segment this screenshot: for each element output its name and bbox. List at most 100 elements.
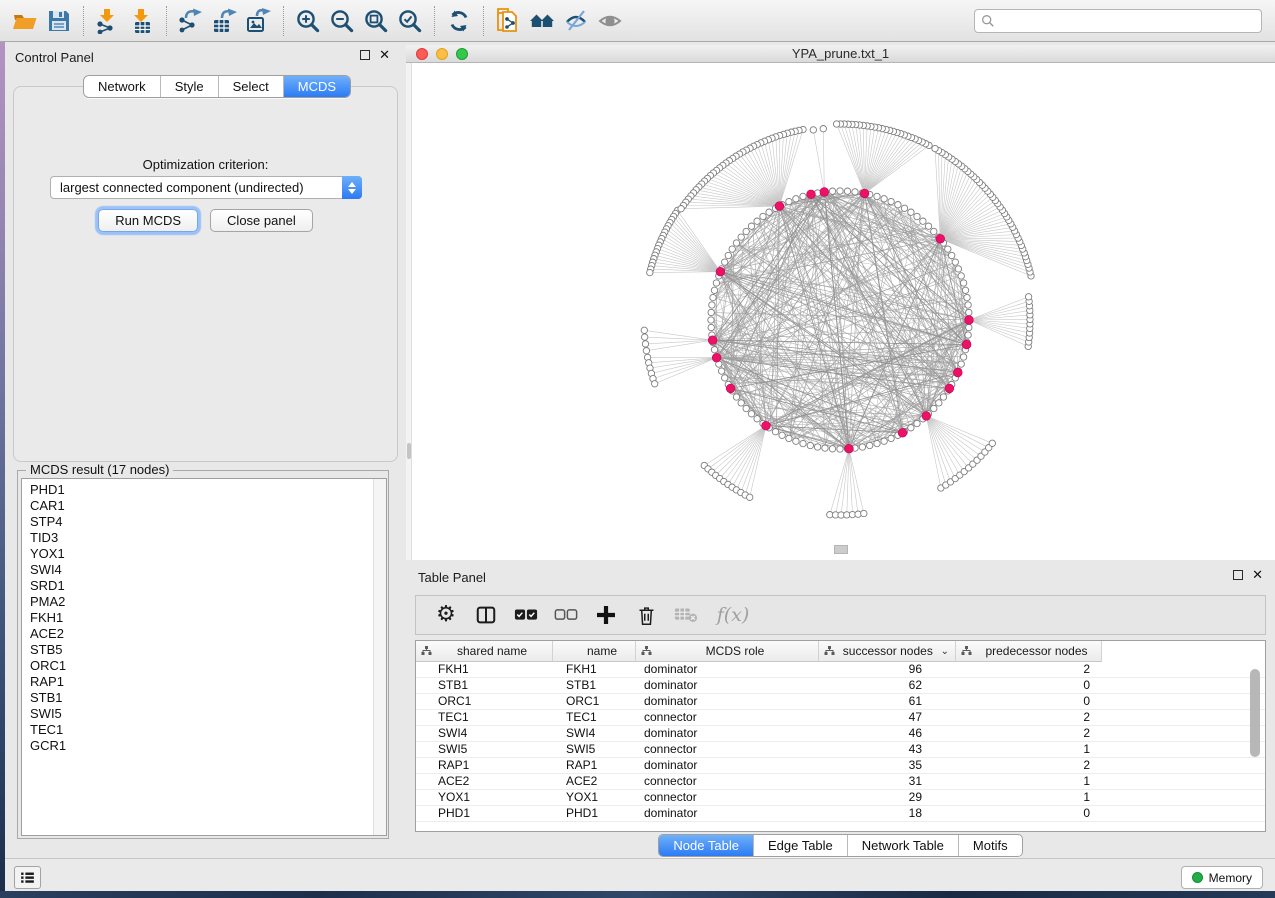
tab-network[interactable]: Network bbox=[84, 76, 160, 97]
mcds-result-item[interactable]: ORC1 bbox=[30, 658, 386, 674]
table-row[interactable]: ACE2ACE2connector311 bbox=[416, 774, 1265, 790]
column-header-MCDS-role[interactable]: MCDS role bbox=[636, 641, 819, 662]
table-scrollbar-thumb[interactable] bbox=[1250, 669, 1260, 757]
mcds-result-item[interactable]: GCR1 bbox=[30, 738, 386, 754]
run-mcds-button[interactable]: Run MCDS bbox=[98, 209, 198, 232]
table-row[interactable]: ORC1ORC1dominator610 bbox=[416, 694, 1265, 710]
close-window-icon[interactable] bbox=[416, 48, 428, 60]
task-history-button[interactable] bbox=[14, 866, 41, 889]
mcds-result-item[interactable]: CAR1 bbox=[30, 498, 386, 514]
hide-details-button[interactable] bbox=[559, 4, 593, 38]
mcds-result-item[interactable]: STB1 bbox=[30, 690, 386, 706]
tab-motifs[interactable]: Motifs bbox=[958, 835, 1022, 856]
table-cell: FKH1 bbox=[553, 662, 636, 677]
column-header-successor-nodes[interactable]: successor nodes⌄ bbox=[819, 641, 956, 662]
function-builder-button[interactable]: f(x) bbox=[714, 603, 752, 627]
mcds-result-item[interactable]: TEC1 bbox=[30, 722, 386, 738]
mcds-result-item[interactable]: PHD1 bbox=[30, 482, 386, 498]
mcds-result-item[interactable]: SWI4 bbox=[30, 562, 386, 578]
mcds-result-item[interactable]: FKH1 bbox=[30, 610, 386, 626]
column-header-predecessor-nodes[interactable]: predecessor nodes bbox=[956, 641, 1102, 662]
criterion-select[interactable]: largest connected component (undirected) bbox=[50, 176, 362, 199]
table-row[interactable]: SWI5SWI5connector431 bbox=[416, 742, 1265, 758]
column-header-shared-name[interactable]: shared name bbox=[416, 641, 553, 662]
float-table-panel-icon[interactable] bbox=[1233, 570, 1243, 580]
select-all-button[interactable] bbox=[514, 603, 538, 627]
save-session-button[interactable] bbox=[42, 4, 76, 38]
memory-button[interactable]: Memory bbox=[1181, 866, 1263, 889]
network-vscrollbar[interactable] bbox=[406, 63, 412, 560]
tab-select[interactable]: Select bbox=[218, 76, 283, 97]
network-window-titlebar[interactable]: YPA_prune.txt_1 bbox=[406, 45, 1275, 63]
table-row[interactable]: SWI4SWI4dominator462 bbox=[416, 726, 1265, 742]
export-image-button[interactable] bbox=[242, 4, 276, 38]
settings-gear-button[interactable]: ⚙ bbox=[434, 603, 458, 627]
mcds-result-item[interactable]: ACE2 bbox=[30, 626, 386, 642]
zoom-fit-button[interactable] bbox=[359, 4, 393, 38]
zoom-in-button[interactable] bbox=[291, 4, 325, 38]
tab-mcds[interactable]: MCDS bbox=[283, 76, 350, 97]
mcds-result-item[interactable]: STP4 bbox=[30, 514, 386, 530]
mcds-result-item[interactable]: SWI5 bbox=[30, 706, 386, 722]
column-header-name[interactable]: name bbox=[553, 641, 636, 662]
table-row[interactable]: STB1STB1dominator620 bbox=[416, 678, 1265, 694]
table-cell: 46 bbox=[819, 726, 956, 741]
tab-node-table[interactable]: Node Table bbox=[659, 835, 753, 856]
table-cell: 61 bbox=[819, 694, 956, 709]
table-row[interactable]: YOX1YOX1connector291 bbox=[416, 790, 1265, 806]
add-column-button[interactable] bbox=[594, 603, 618, 627]
import-network-button[interactable] bbox=[91, 4, 125, 38]
tab-network-table[interactable]: Network Table bbox=[847, 835, 958, 856]
table-panel-tabs: Node TableEdge TableNetwork TableMotifs bbox=[658, 834, 1022, 857]
show-eye-button[interactable] bbox=[593, 4, 627, 38]
plus-icon bbox=[595, 604, 617, 626]
list-icon bbox=[19, 869, 36, 886]
mcds-list-scrollbar[interactable] bbox=[373, 479, 386, 835]
mcds-result-group: MCDS result (17 nodes) PHD1CAR1STP4TID3Y… bbox=[17, 470, 389, 839]
zoom-out-button[interactable] bbox=[325, 4, 359, 38]
delete-table-button[interactable] bbox=[674, 603, 698, 627]
mcds-result-item[interactable]: SRD1 bbox=[30, 578, 386, 594]
mcds-result-item[interactable]: YOX1 bbox=[30, 546, 386, 562]
close-panel-icon[interactable]: ✕ bbox=[379, 50, 390, 60]
import-table-button[interactable] bbox=[125, 4, 159, 38]
memory-label: Memory bbox=[1209, 871, 1252, 885]
refresh-button[interactable] bbox=[442, 4, 476, 38]
control-panel: Control Panel ✕ Optimization criterion: … bbox=[5, 45, 400, 858]
export-network-button[interactable] bbox=[174, 4, 208, 38]
open-session-button[interactable] bbox=[8, 4, 42, 38]
mcds-result-item[interactable]: STB5 bbox=[30, 642, 386, 658]
tab-edge-table[interactable]: Edge Table bbox=[753, 835, 847, 856]
mcds-result-item[interactable]: TID3 bbox=[30, 530, 386, 546]
close-table-panel-icon[interactable]: ✕ bbox=[1252, 570, 1263, 580]
network-graph[interactable] bbox=[406, 63, 1275, 560]
delete-column-button[interactable] bbox=[634, 603, 658, 627]
network-document-icon bbox=[495, 8, 521, 34]
network-hscrollbar-thumb[interactable] bbox=[834, 545, 848, 554]
network-document-button[interactable] bbox=[491, 4, 525, 38]
close-panel-button[interactable]: Close panel bbox=[210, 209, 313, 232]
maximize-window-icon[interactable] bbox=[456, 48, 468, 60]
table-row[interactable]: FKH1FKH1dominator962 bbox=[416, 662, 1265, 678]
select-stepper-icon bbox=[342, 176, 362, 199]
table-row[interactable]: RAP1RAP1dominator352 bbox=[416, 758, 1265, 774]
toolbar-separator bbox=[83, 6, 84, 36]
network-canvas[interactable] bbox=[406, 63, 1275, 560]
zoom-fit-icon bbox=[363, 8, 389, 34]
table-cell: dominator bbox=[636, 726, 819, 741]
mcds-result-item[interactable]: RAP1 bbox=[30, 674, 386, 690]
table-cell: dominator bbox=[636, 678, 819, 693]
table-row[interactable]: PHD1PHD1dominator180 bbox=[416, 806, 1265, 822]
tab-style[interactable]: Style bbox=[160, 76, 218, 97]
zoom-selected-button[interactable] bbox=[393, 4, 427, 38]
table-row[interactable]: TEC1TEC1connector472 bbox=[416, 710, 1265, 726]
toolbar-separator bbox=[483, 6, 484, 36]
float-panel-icon[interactable] bbox=[360, 50, 370, 60]
split-view-button[interactable] bbox=[474, 603, 498, 627]
homes-button[interactable] bbox=[525, 4, 559, 38]
deselect-all-button[interactable] bbox=[554, 603, 578, 627]
minimize-window-icon[interactable] bbox=[436, 48, 448, 60]
mcds-result-item[interactable]: PMA2 bbox=[30, 594, 386, 610]
search-input[interactable] bbox=[995, 11, 1255, 31]
export-table-button[interactable] bbox=[208, 4, 242, 38]
